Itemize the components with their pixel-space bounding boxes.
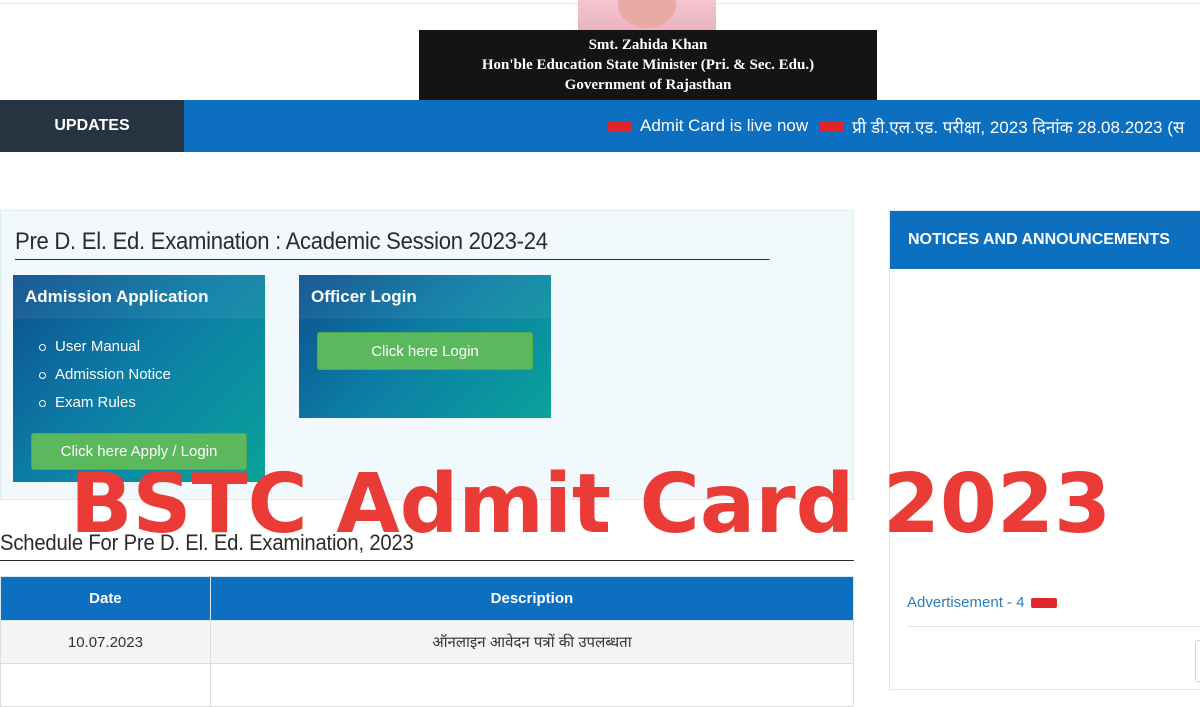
- officer-login-card: Officer Login Click here Login: [299, 275, 551, 418]
- link-user-manual[interactable]: User Manual: [39, 337, 171, 365]
- schedule-table: Date Description 10.07.2023 ऑनलाइन आवेदन…: [0, 576, 855, 707]
- scroll-control[interactable]: [1195, 640, 1200, 682]
- minister-caption: Smt. Zahida Khan Hon'ble Education State…: [419, 30, 877, 100]
- cell-date: [0, 663, 211, 707]
- circle-bullet-icon: [39, 372, 46, 379]
- column-header-description: Description: [209, 576, 855, 621]
- new-badge-icon: [608, 120, 632, 132]
- new-badge-icon: [820, 120, 845, 132]
- government-name: Government of Rajasthan: [564, 77, 732, 93]
- admission-links-list: User Manual Admission Notice Exam Rules: [39, 337, 171, 421]
- circle-bullet-icon: [39, 344, 46, 351]
- advertisement-link[interactable]: Advertisement - 4: [907, 594, 1057, 611]
- link-admission-notice-label[interactable]: Admission Notice: [55, 366, 171, 383]
- link-admission-notice[interactable]: Admission Notice: [39, 365, 171, 393]
- notice-divider: [907, 626, 1200, 627]
- ticker-item-admit-card[interactable]: Admit Card is live now: [640, 116, 808, 136]
- column-header-date: Date: [0, 576, 211, 621]
- overlay-headline: BSTC Admit Card 2023: [70, 457, 1112, 552]
- link-exam-rules[interactable]: Exam Rules: [39, 393, 171, 421]
- link-user-manual-label[interactable]: User Manual: [55, 338, 140, 355]
- advertisement-label[interactable]: Advertisement - 4: [907, 594, 1025, 611]
- updates-bar: UPDATES Admit Card is live now प्री डी.ए…: [0, 100, 1200, 152]
- cell-date: 10.07.2023: [0, 620, 211, 664]
- table-row: [0, 663, 855, 707]
- new-badge-icon: [1030, 598, 1057, 609]
- page-title: Pre D. El. Ed. Examination : Academic Se…: [15, 228, 770, 260]
- notices-panel: NOTICES AND ANNOUNCEMENTS: [889, 210, 1200, 690]
- minister-face-image: [618, 0, 676, 28]
- minister-name: Smt. Zahida Khan: [588, 37, 708, 53]
- admission-application-card: Admission Application User Manual Admiss…: [13, 275, 265, 482]
- table-row: 10.07.2023 ऑनलाइन आवेदन पत्रों की उपलब्ध…: [0, 620, 855, 664]
- link-exam-rules-label[interactable]: Exam Rules: [55, 394, 136, 411]
- minister-title: Hon'ble Education State Minister (Pri. &…: [481, 57, 815, 73]
- updates-ticker: Admit Card is live now प्री डी.एल.एड. पर…: [608, 100, 1196, 152]
- admission-card-heading: Admission Application: [13, 275, 265, 319]
- circle-bullet-icon: [39, 400, 46, 407]
- minister-photo: [578, 0, 716, 30]
- officer-card-heading: Officer Login: [299, 275, 551, 319]
- updates-label: UPDATES: [0, 100, 184, 152]
- notices-heading: NOTICES AND ANNOUNCEMENTS: [890, 211, 1200, 269]
- table-header-row: Date Description: [0, 576, 855, 621]
- cell-description: [209, 663, 855, 707]
- cell-description: ऑनलाइन आवेदन पत्रों की उपलब्धता: [209, 620, 855, 664]
- officer-login-button[interactable]: Click here Login: [317, 332, 533, 370]
- ticker-item-exam-date[interactable]: प्री डी.एल.एड. परीक्षा, 2023 दिनांक 28.0…: [852, 115, 1184, 138]
